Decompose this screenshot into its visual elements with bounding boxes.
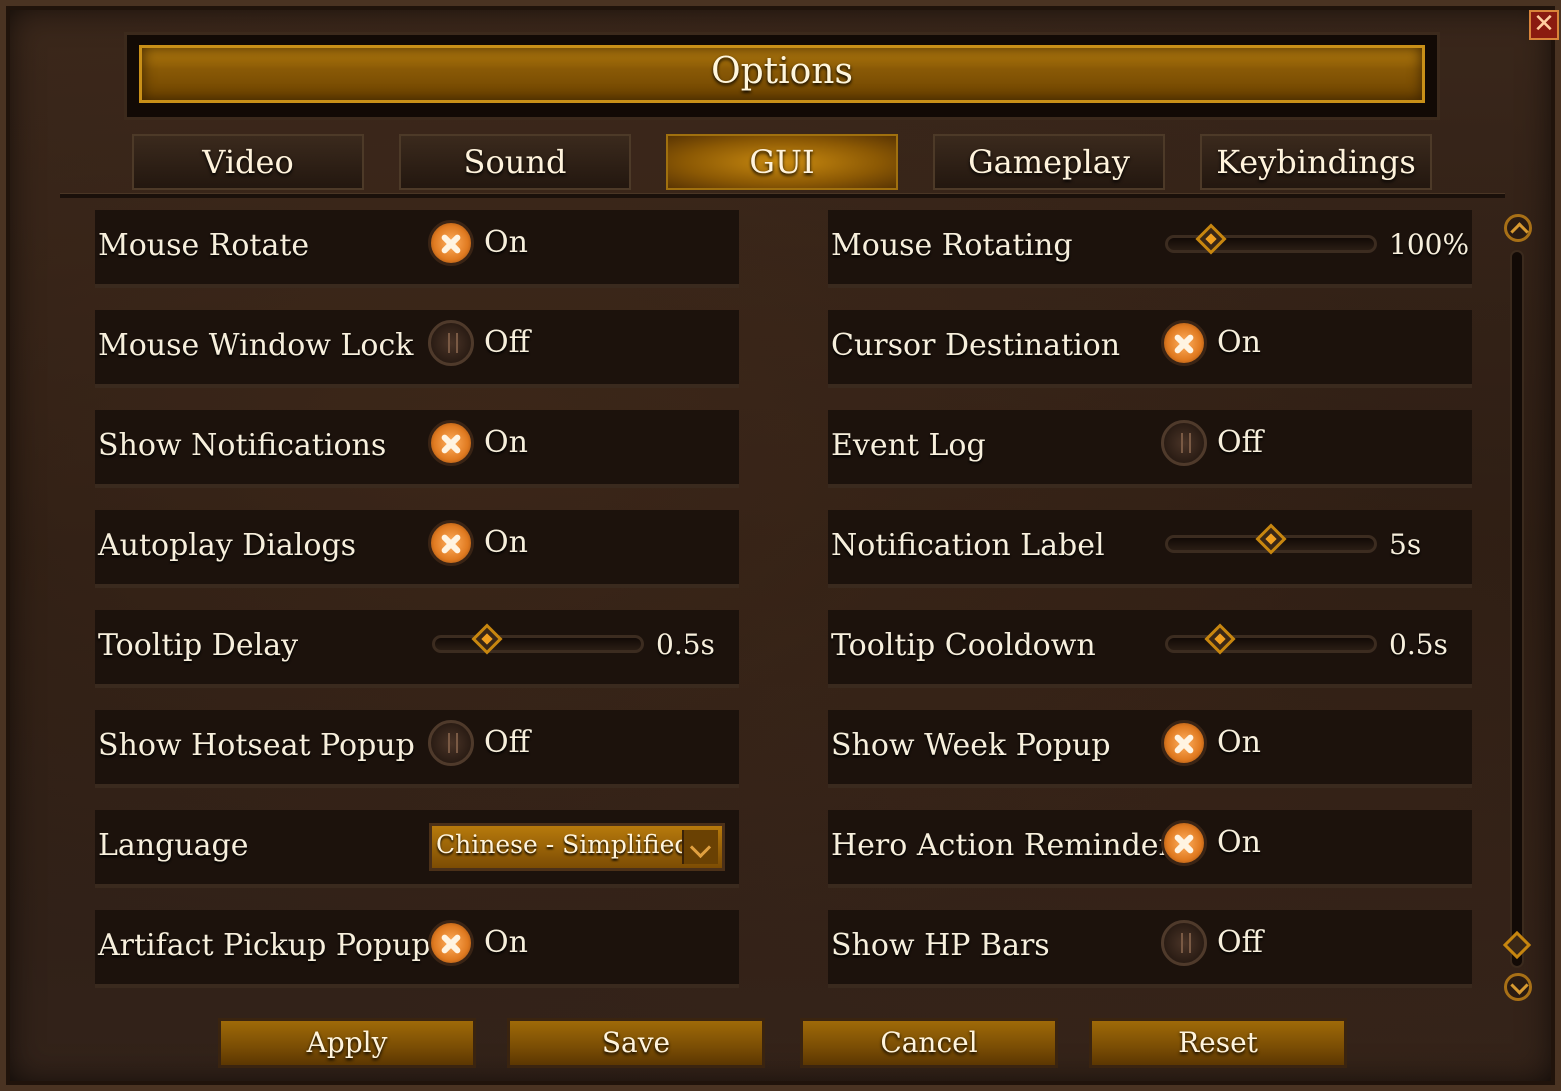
slider-value: 0.5s: [1389, 628, 1448, 661]
toggle-state: On: [484, 225, 528, 260]
option-label: Language: [98, 828, 249, 863]
language-dropdown[interactable]: Chinese - Simplified: [429, 823, 725, 871]
tab-divider: [60, 193, 1505, 198]
option-row-hero-action-reminder: Hero Action Reminder On: [828, 810, 1472, 888]
option-row-event-log: Event Log Off: [828, 410, 1472, 488]
slider-value: 100%: [1389, 228, 1470, 261]
tab-keybindings[interactable]: Keybindings: [1200, 134, 1432, 190]
option-row-cursor-destination: Cursor Destination On: [828, 310, 1472, 388]
option-label: Cursor Destination: [831, 328, 1121, 363]
option-row-show-hotseat-popup: Show Hotseat Popup Off: [95, 710, 739, 788]
notification-label-slider[interactable]: [1165, 523, 1377, 555]
close-button[interactable]: ✕: [1529, 10, 1559, 40]
toggle-state: On: [1217, 825, 1261, 860]
cancel-button[interactable]: Cancel: [800, 1018, 1058, 1068]
option-row-artifact-pickup-popup: Artifact Pickup Popup On: [95, 910, 739, 988]
scroll-down-arrow-icon[interactable]: [1504, 973, 1532, 1001]
option-label: Show Notifications: [98, 428, 387, 463]
option-label: Artifact Pickup Popup: [98, 928, 431, 963]
artifact-pickup-popup-toggle[interactable]: [428, 920, 474, 966]
option-label: Mouse Window Lock: [98, 328, 414, 363]
show-hotseat-popup-toggle[interactable]: [428, 720, 474, 766]
option-label: Hero Action Reminder: [831, 828, 1173, 863]
option-label: Tooltip Cooldown: [831, 628, 1096, 663]
toggle-state: Off: [484, 725, 530, 760]
slider-knob[interactable]: [1255, 523, 1287, 555]
cursor-destination-toggle[interactable]: [1161, 320, 1207, 366]
hero-action-reminder-toggle[interactable]: [1161, 820, 1207, 866]
toggle-state: Off: [484, 325, 530, 360]
option-label: Tooltip Delay: [98, 628, 299, 663]
tab-gui[interactable]: GUI: [666, 134, 898, 190]
option-label: Show Hotseat Popup: [98, 728, 415, 763]
option-label: Notification Label: [831, 528, 1105, 563]
option-row-language: Language Chinese - Simplified: [95, 810, 739, 888]
option-row-show-week-popup: Show Week Popup On: [828, 710, 1472, 788]
tab-video[interactable]: Video: [132, 134, 364, 190]
options-window: ✕ Options Video Sound GUI Gameplay Keybi…: [0, 0, 1561, 1091]
slider-knob[interactable]: [470, 623, 503, 655]
option-row-tooltip-delay: Tooltip Delay 0.5s: [95, 610, 739, 688]
tooltip-delay-slider[interactable]: [432, 623, 644, 655]
toggle-state: On: [484, 525, 528, 560]
toggle-state: On: [484, 925, 528, 960]
dropdown-value: Chinese - Simplified: [436, 830, 691, 859]
option-label: Show Week Popup: [831, 728, 1111, 763]
option-row-mouse-window-lock: Mouse Window Lock Off: [95, 310, 739, 388]
show-hp-bars-toggle[interactable]: [1161, 920, 1207, 966]
option-row-tooltip-cooldown: Tooltip Cooldown 0.5s: [828, 610, 1472, 688]
scrollbar-thumb[interactable]: [1502, 930, 1532, 960]
option-label: Event Log: [831, 428, 986, 463]
mouse-rotating-slider[interactable]: [1165, 223, 1377, 255]
toggle-state: Off: [1217, 925, 1263, 960]
option-label: Mouse Rotate: [98, 228, 310, 263]
tab-sound[interactable]: Sound: [399, 134, 631, 190]
option-row-show-hp-bars: Show HP Bars Off: [828, 910, 1472, 988]
slider-knob[interactable]: [1195, 223, 1227, 255]
show-notifications-toggle[interactable]: [428, 420, 474, 466]
toggle-state: On: [1217, 725, 1261, 760]
autoplay-dialogs-toggle[interactable]: [428, 520, 474, 566]
mouse-window-lock-toggle[interactable]: [428, 320, 474, 366]
slider-value: 0.5s: [656, 628, 715, 661]
option-row-mouse-rotate: Mouse Rotate On: [95, 210, 739, 288]
option-label: Autoplay Dialogs: [98, 528, 357, 563]
chevron-down-icon[interactable]: [682, 830, 718, 864]
toggle-state: On: [484, 425, 528, 460]
event-log-toggle[interactable]: [1161, 420, 1207, 466]
slider-knob[interactable]: [1203, 623, 1236, 655]
option-row-autoplay-dialogs: Autoplay Dialogs On: [95, 510, 739, 588]
option-row-show-notifications: Show Notifications On: [95, 410, 739, 488]
title-bar: Options: [124, 32, 1440, 120]
tab-gameplay[interactable]: Gameplay: [933, 134, 1165, 190]
toggle-state: Off: [1217, 425, 1263, 460]
option-label: Show HP Bars: [831, 928, 1050, 963]
toggle-state: On: [1217, 325, 1261, 360]
window-title: Options: [711, 51, 853, 92]
tab-bar: Video Sound GUI Gameplay Keybindings: [132, 134, 1434, 190]
slider-value: 5s: [1389, 528, 1422, 561]
scrollbar-track[interactable]: [1510, 250, 1524, 968]
show-week-popup-toggle[interactable]: [1161, 720, 1207, 766]
apply-button[interactable]: Apply: [218, 1018, 476, 1068]
scroll-up-arrow-icon[interactable]: [1504, 214, 1532, 242]
mouse-rotate-toggle[interactable]: [428, 220, 474, 266]
save-button[interactable]: Save: [507, 1018, 765, 1068]
reset-button[interactable]: Reset: [1089, 1018, 1347, 1068]
option-row-mouse-rotating: Mouse Rotating 100%: [828, 210, 1472, 288]
option-row-notification-label: Notification Label 5s: [828, 510, 1472, 588]
tooltip-cooldown-slider[interactable]: [1165, 623, 1377, 655]
option-label: Mouse Rotating: [831, 228, 1073, 263]
